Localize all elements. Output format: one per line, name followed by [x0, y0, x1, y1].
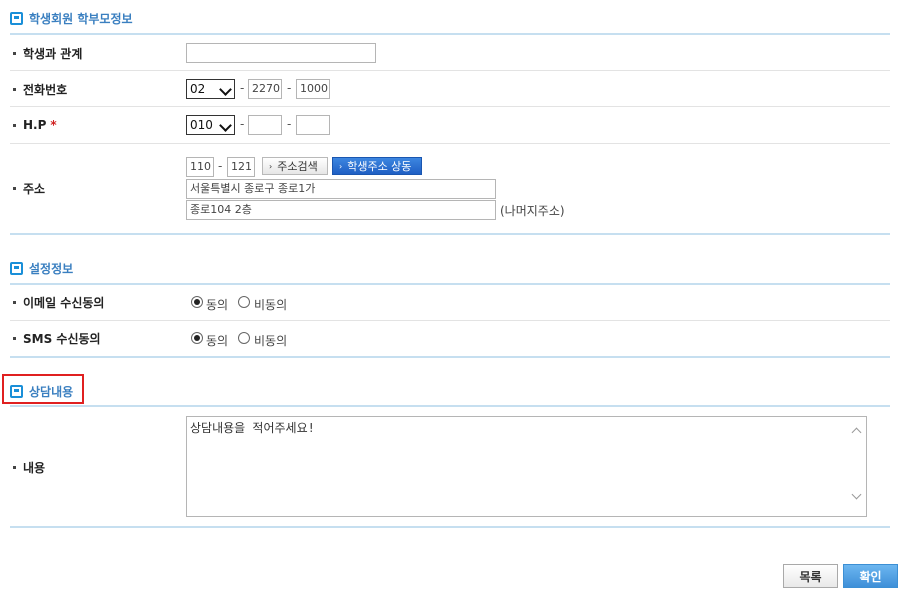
address-line2-input[interactable]: 종로104 2층 [186, 200, 496, 220]
arrow-right-icon: › [269, 161, 273, 171]
chevron-down-icon [219, 119, 232, 132]
address-line1-input[interactable]: 서울특별시 종로구 종로1가 [186, 179, 496, 199]
row-divider [10, 70, 890, 71]
email-disagree-label[interactable]: 비동의 [254, 296, 287, 313]
section-divider [10, 405, 890, 407]
sms-agree-radio[interactable] [191, 332, 203, 344]
sms-disagree-radio[interactable] [238, 332, 250, 344]
phone-last-input[interactable]: 1000 [296, 79, 330, 99]
section-divider [10, 233, 890, 235]
email-agree-radio[interactable] [191, 296, 203, 308]
sms-disagree-label[interactable]: 비동의 [254, 332, 287, 349]
row-divider [10, 143, 890, 144]
section-divider [10, 356, 890, 358]
section-title-parent-info: 학생회원 학부모정보 [10, 8, 133, 28]
section-title-text: 학생회원 학부모정보 [29, 11, 133, 26]
section-square-icon [10, 261, 23, 275]
content-textarea[interactable]: 상담내용을 적어주세요! [186, 416, 867, 517]
field-label-phone: 전화번호 [13, 79, 67, 99]
same-as-student-address-button[interactable]: › 학생주소 상동 [332, 157, 422, 175]
hp-last-input[interactable] [296, 115, 330, 135]
bullet-icon [13, 465, 16, 469]
relation-input[interactable] [186, 43, 376, 63]
bullet-icon [13, 186, 16, 190]
arrow-right-icon: › [339, 161, 343, 171]
field-label-content: 내용 [13, 457, 45, 477]
field-label-email-consent: 이메일 수신동의 [13, 292, 104, 312]
highlight-box [2, 374, 84, 404]
row-divider [10, 106, 890, 107]
bullet-icon [13, 300, 16, 304]
content-text: 상담내용을 적어주세요! [190, 421, 315, 435]
section-title-settings: 설정정보 [10, 258, 73, 278]
section-square-icon [10, 11, 23, 25]
required-mark: * [50, 118, 57, 132]
list-button[interactable]: 목록 [783, 564, 838, 588]
section-divider [10, 283, 890, 285]
hp-prefix-select[interactable]: 010 [186, 115, 235, 135]
textarea-scrollbar[interactable] [849, 417, 866, 516]
dash-separator: - [287, 81, 292, 95]
phone-area-select[interactable]: 02 [186, 79, 235, 99]
zip1-input[interactable]: 110 [186, 157, 214, 177]
dash-separator: - [240, 117, 245, 131]
bullet-icon [13, 123, 16, 127]
field-label-hp: H.P * [13, 115, 57, 135]
dash-separator: - [218, 159, 223, 173]
email-disagree-radio[interactable] [238, 296, 250, 308]
confirm-button[interactable]: 확인 [843, 564, 898, 588]
address-remainder-hint: (나머지주소) [500, 204, 565, 218]
address-search-button[interactable]: › 주소검색 [262, 157, 328, 175]
phone-mid-input[interactable]: 2270 [248, 79, 282, 99]
sms-agree-label[interactable]: 동의 [206, 332, 228, 349]
email-agree-label[interactable]: 동의 [206, 296, 228, 313]
scroll-down-icon[interactable] [851, 489, 862, 500]
field-label-sms-consent: SMS 수신동의 [13, 328, 101, 348]
scroll-up-icon[interactable] [851, 427, 862, 438]
section-title-text: 설정정보 [29, 261, 74, 276]
dash-separator: - [240, 81, 245, 95]
field-label-relation: 학생과 관계 [13, 43, 82, 63]
hp-mid-input[interactable] [248, 115, 282, 135]
section-divider [10, 33, 890, 35]
chevron-down-icon [219, 83, 232, 96]
bullet-icon [13, 336, 16, 340]
zip2-input[interactable]: 121 [227, 157, 255, 177]
dash-separator: - [287, 117, 292, 131]
bullet-icon [13, 87, 16, 91]
row-divider [10, 320, 890, 321]
field-label-address: 주소 [13, 178, 45, 198]
section-divider [10, 526, 890, 528]
bullet-icon [13, 51, 16, 55]
